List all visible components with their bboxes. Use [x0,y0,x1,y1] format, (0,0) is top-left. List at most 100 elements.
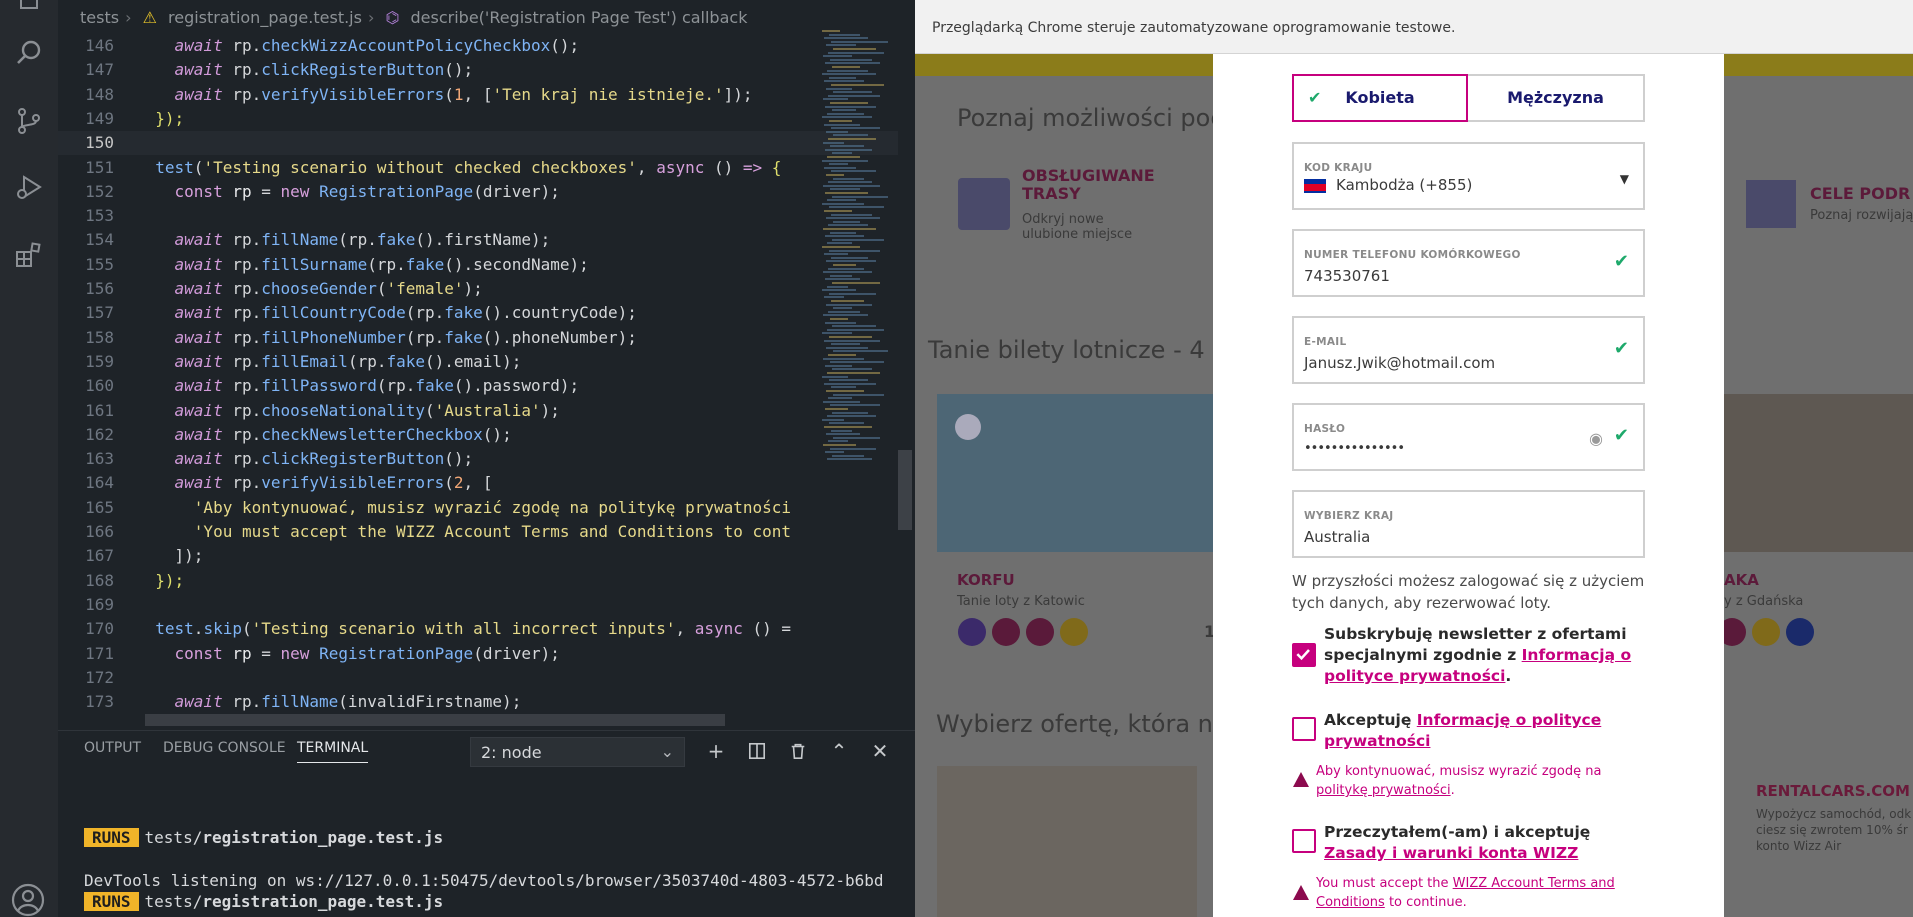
country-code-field[interactable]: KOD KRAJU Kambodża (+855) ▼ [1292,142,1645,210]
korfu-image[interactable] [937,394,1213,552]
split-terminal-icon[interactable] [744,738,770,764]
tab-debug-console[interactable]: DEBUG CONSOLE [163,740,286,756]
account-icon[interactable] [10,882,46,917]
run-debug-icon[interactable] [14,172,44,202]
code-token: rp. [222,473,262,493]
code-line[interactable]: 159 await rp.fillEmail(rp.fake().email); [58,350,898,374]
minimap-line [825,192,868,194]
maximize-panel-icon[interactable]: ⌃ [826,738,852,764]
source-control-icon[interactable] [14,106,44,136]
tab-output[interactable]: OUTPUT [84,740,141,756]
code-line[interactable]: 171 const rp = new RegistrationPage(driv… [58,642,898,666]
nationality-value: Australia [1304,528,1371,546]
runs-badge: RUNS [84,828,139,847]
code-line[interactable]: 169 [58,593,898,617]
code-token: clickRegisterButton [261,60,445,80]
code-line[interactable]: 172 [58,666,898,690]
tab-terminal[interactable]: TERMINAL [297,740,369,763]
code-token: = [251,643,281,663]
bg-rentalcars-title: RENTALCARS.COM [1756,782,1910,800]
breadcrumb-file[interactable]: registration_page.test.js [168,8,362,27]
terms-link[interactable]: Zasady i warunki konta WIZZ [1324,844,1578,862]
code-line[interactable]: 162 await rp.checkNewsletterCheckbox(); [58,423,898,447]
nationality-field[interactable]: WYBIERZ KRAJ Australia [1292,490,1645,558]
eye-icon[interactable]: ◉ [1589,429,1603,448]
code-token: (); [444,449,474,469]
code-editor[interactable]: 146 await rp.checkWizzAccountPolicyCheck… [58,34,898,730]
code-line[interactable]: 147 await rp.clickRegisterButton(); [58,58,898,82]
code-line[interactable]: 168 }); [58,569,898,593]
minimap-line [828,181,872,184]
trash-icon[interactable] [785,738,811,764]
minimap-line [824,80,864,83]
privacy-label: Akceptuję Informację o polityce prywatno… [1324,710,1634,752]
terminal-select[interactable]: 2: node ⌄ [470,737,685,767]
code-line[interactable]: 156 await rp.chooseGender('female'); [58,277,898,301]
terms-checkbox[interactable] [1292,829,1316,853]
gender-female-button[interactable]: ✔ Kobieta [1292,74,1468,122]
code-line[interactable]: 154 await rp.fillName(rp.fake().firstNam… [58,228,898,252]
code-line[interactable]: 163 await rp.clickRegisterButton(); [58,447,898,471]
minimap-line [829,249,880,252]
minimap-line [823,55,852,58]
code-line[interactable]: 161 await rp.chooseNationality('Australi… [58,399,898,423]
minimap-line [827,242,852,245]
code-token: (rp. [347,351,387,371]
newsletter-checkbox[interactable] [1292,643,1316,667]
code-line[interactable]: 150 [58,131,898,156]
minimap-line [826,174,844,176]
search-icon[interactable] [14,38,44,68]
privacy-checkbox[interactable] [1292,717,1316,741]
code-line[interactable]: 170 test.skip('Testing scenario with all… [58,617,898,641]
minimap-line [829,33,860,36]
code-line[interactable]: 152 const rp = new RegistrationPage(driv… [58,180,898,204]
extensions-icon[interactable] [14,240,44,270]
minimap[interactable] [822,30,897,470]
code-token: await [174,84,223,104]
editor-vertical-scrollbar[interactable] [898,450,912,530]
email-field[interactable]: E-MAIL Janusz.Jwik@hotmail.com ✔ [1292,316,1645,384]
offer-image[interactable] [937,766,1197,917]
code-line[interactable]: 164 await rp.verifyVisibleErrors(2, [ [58,471,898,495]
code-token: rp. [222,230,262,250]
minimap-line [831,170,876,173]
code-line[interactable]: 151 test('Testing scenario without check… [58,156,898,180]
minimap-line [823,357,864,360]
terms-error: You must accept the WIZZ Account Terms a… [1316,874,1636,912]
phone-value: 743530761 [1304,267,1390,285]
code-line[interactable]: 148 await rp.verifyVisibleErrors(1, ['Te… [58,83,898,107]
minimap-line [822,202,864,205]
new-terminal-icon[interactable]: + [703,738,729,764]
code-token: checkWizzAccountPolicyCheckbox [261,36,551,55]
minimap-line [825,235,864,238]
code-line[interactable]: 158 await rp.fillPhoneNumber(rp.fake().p… [58,326,898,350]
code-line[interactable]: 155 await rp.fillSurname(rp.fake().secon… [58,253,898,277]
phone-field[interactable]: NUMER TELEFONU KOMÓRKOWEGO 743530761 ✔ [1292,229,1645,297]
minimap-line [822,159,868,162]
code-line[interactable]: 149 }); [58,107,898,131]
code-line[interactable]: 166 'You must accept the WIZZ Account Te… [58,520,898,544]
files-icon[interactable] [14,0,44,10]
gdansk-image[interactable] [1724,394,1913,552]
code-line[interactable]: 146 await rp.checkWizzAccountPolicyCheck… [58,34,898,58]
code-line[interactable]: 157 await rp.fillCountryCode(rp.fake().c… [58,301,898,325]
code-line[interactable]: 173 await rp.fillName(invalidFirstname); [58,690,898,714]
code-line[interactable]: 153 [58,204,898,228]
runs-badge: RUNS [84,892,139,911]
code-line[interactable]: 165 'Aby kontynuować, musisz wyrazić zgo… [58,496,898,520]
close-panel-icon[interactable]: ✕ [867,738,893,764]
editor-horizontal-scrollbar[interactable] [145,714,725,726]
code-line[interactable]: 167 ]); [58,544,898,568]
breadcrumb-folder[interactable]: tests [80,8,119,27]
gender-male-button[interactable]: Mężczyzna [1468,74,1645,122]
breadcrumb-symbol[interactable]: describe('Registration Page Test') callb… [411,8,748,27]
password-field[interactable]: HASŁO ••••••••••••••• ◉ ✔ [1292,403,1645,471]
code-line[interactable]: 160 await rp.fillPassword(rp.fake().pass… [58,374,898,398]
privacy-error-link[interactable]: politykę prywatności [1316,783,1451,798]
minimap-line [832,66,860,68]
code-token: skip [203,619,242,639]
